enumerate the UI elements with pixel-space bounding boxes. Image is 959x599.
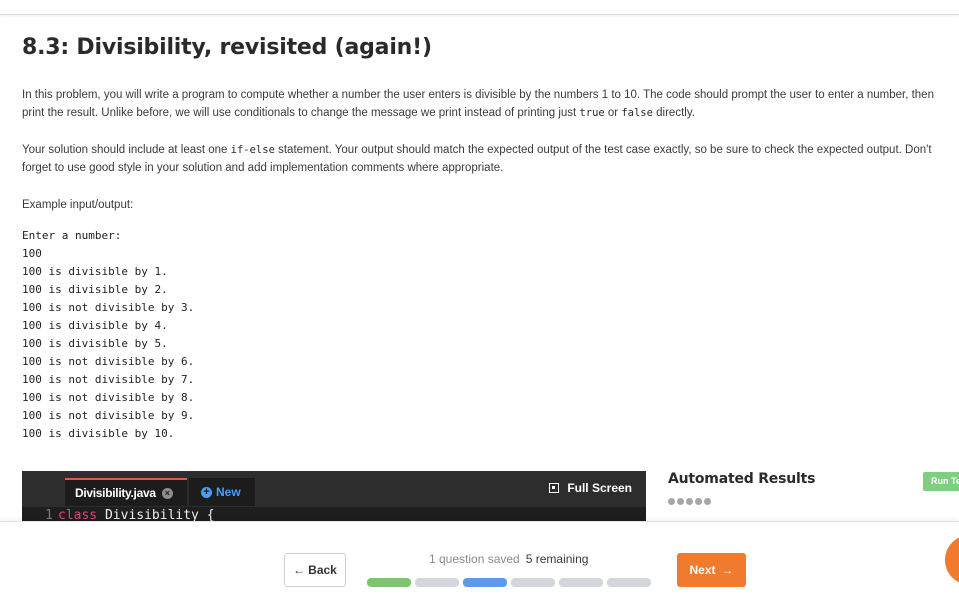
example-io-line: 100 is divisible by 4. xyxy=(22,319,168,332)
description-text: directly. xyxy=(652,107,695,119)
progress-segment[interactable] xyxy=(367,578,411,587)
description-text: or xyxy=(604,107,622,119)
arrow-left-icon: ← xyxy=(293,563,306,577)
footer-bar: ← Back 1 question saved 5 remaining Next … xyxy=(0,521,959,599)
save-status: 1 question saved 5 remaining xyxy=(429,552,588,566)
problem-description: In this problem, you will write a progra… xyxy=(22,86,942,122)
progress-segment[interactable] xyxy=(463,578,507,587)
back-button[interactable]: ← Back xyxy=(284,553,346,587)
description-text: In this problem, you will write a progra… xyxy=(22,89,934,119)
file-tab-label: Divisibility.java xyxy=(75,486,156,500)
next-label: Next xyxy=(689,563,716,577)
loading-dot xyxy=(695,498,702,505)
page-title: 8.3: Divisibility, revisited (again!) xyxy=(22,35,432,60)
tab-divisibility-java[interactable]: Divisibility.java × xyxy=(65,478,187,506)
progress-segment[interactable] xyxy=(511,578,555,587)
example-io-line: 100 xyxy=(22,247,42,260)
example-io-line: 100 is divisible by 10. xyxy=(22,427,175,440)
loading-dot xyxy=(686,498,693,505)
example-io-line: 100 is not divisible by 3. xyxy=(22,301,195,314)
example-io-line: 100 is not divisible by 8. xyxy=(22,391,195,404)
back-label: Back xyxy=(308,563,337,577)
progress-segment[interactable] xyxy=(415,578,459,587)
question-progress xyxy=(367,578,651,587)
progress-segment[interactable] xyxy=(607,578,651,587)
full-screen-button[interactable]: Full Screen xyxy=(549,481,632,495)
problem-requirements: Your solution should include at least on… xyxy=(22,141,942,177)
example-io-line: 100 is not divisible by 7. xyxy=(22,373,195,386)
automated-results-title: Automated Results xyxy=(668,471,816,487)
code-false: false xyxy=(621,107,653,119)
progress-segment[interactable] xyxy=(559,578,603,587)
code-true: true xyxy=(579,107,605,119)
example-io-line: 100 is not divisible by 9. xyxy=(22,409,195,422)
example-label: Example input/output: xyxy=(22,199,134,211)
remaining-text: 5 remaining xyxy=(525,552,589,566)
next-button[interactable]: Next → xyxy=(677,553,746,587)
example-io-line: Enter a number: xyxy=(22,229,122,242)
example-io-line: 100 is not divisible by 6. xyxy=(22,355,195,368)
loading-dot xyxy=(677,498,684,505)
problem-content: 8.3: Divisibility, revisited (again!) In… xyxy=(22,15,942,440)
top-bar xyxy=(0,0,959,15)
plus-icon: + xyxy=(201,486,212,498)
example-io-line: 100 is divisible by 2. xyxy=(22,283,168,296)
new-file-button[interactable]: + New xyxy=(189,478,255,506)
saved-text: 1 question saved xyxy=(429,552,520,566)
new-file-label: New xyxy=(216,485,241,499)
example-io-line: 100 is divisible by 5. xyxy=(22,337,168,350)
run-tests-button[interactable]: Run Te xyxy=(923,472,959,491)
close-icon[interactable]: × xyxy=(161,487,173,499)
requirements-text: Your solution should include at least on… xyxy=(22,144,231,156)
fullscreen-icon xyxy=(549,483,560,493)
loading-dots xyxy=(668,498,711,505)
full-screen-label: Full Screen xyxy=(567,481,632,495)
arrow-right-icon: → xyxy=(721,563,734,577)
example-io-block: Enter a number: 100 100 is divisible by 1.… xyxy=(22,227,194,443)
example-io-line: 100 is divisible by 1. xyxy=(22,265,168,278)
loading-dot xyxy=(704,498,711,505)
code-if-else: if-else xyxy=(230,144,275,156)
editor-tab-bar: Divisibility.java × + New Full Screen xyxy=(22,471,646,507)
loading-dot xyxy=(668,498,675,505)
code-editor[interactable]: Divisibility.java × + New Full Screen 1c… xyxy=(22,471,646,523)
